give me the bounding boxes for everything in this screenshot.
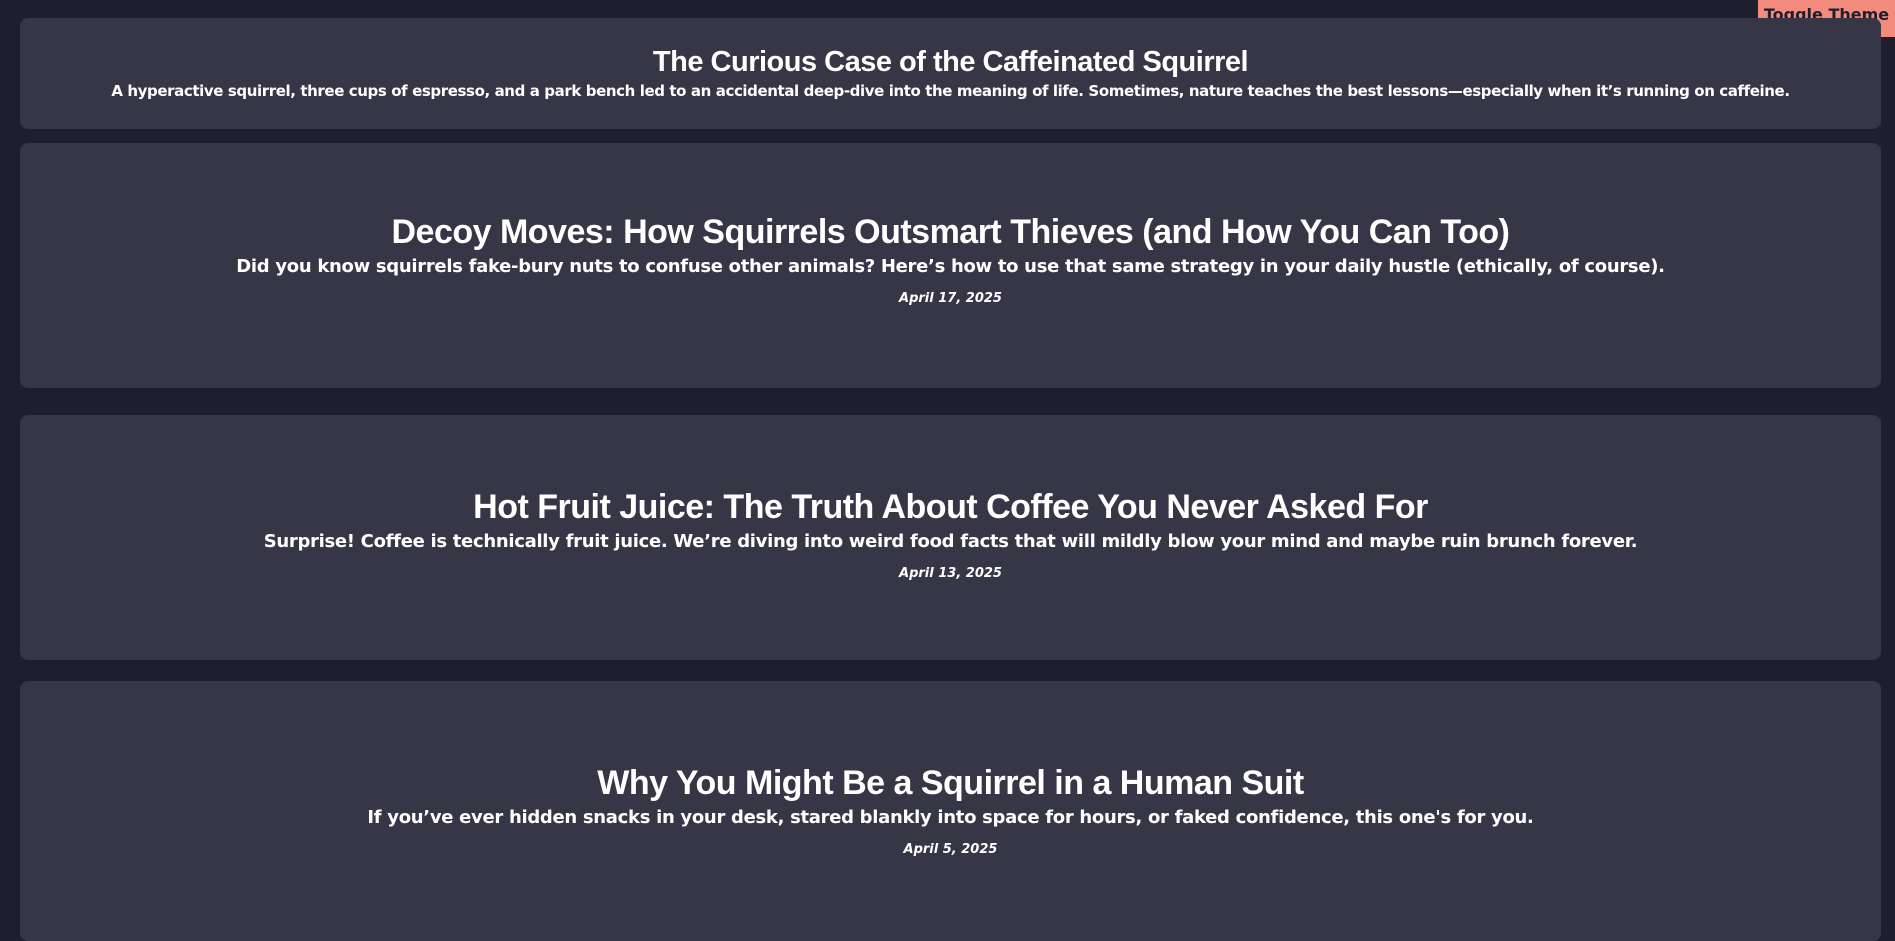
post-card[interactable]: Why You Might Be a Squirrel in a Human S… [20,681,1881,941]
post-summary: Did you know squirrels fake-bury nuts to… [236,256,1665,277]
post-title[interactable]: Decoy Moves: How Squirrels Outsmart Thie… [20,210,1881,254]
post-title[interactable]: Hot Fruit Juice: The Truth About Coffee … [20,485,1881,529]
post-date: April 17, 2025 [899,291,1002,306]
post-date: April 13, 2025 [899,566,1002,581]
post-summary: Surprise! Coffee is technically fruit ju… [263,531,1638,552]
post-title[interactable]: The Curious Case of the Caffeinated Squi… [20,44,1881,80]
post-title[interactable]: Why You Might Be a Squirrel in a Human S… [20,761,1881,805]
post-date: April 5, 2025 [903,842,998,857]
post-summary: If you’ve ever hidden snacks in your des… [367,807,1534,828]
post-card[interactable]: Decoy Moves: How Squirrels Outsmart Thie… [20,143,1881,388]
post-card[interactable]: Hot Fruit Juice: The Truth About Coffee … [20,415,1881,660]
post-summary: A hyperactive squirrel, three cups of es… [111,82,1790,100]
post-feed: The Curious Case of the Caffeinated Squi… [20,18,1881,941]
post-card[interactable]: The Curious Case of the Caffeinated Squi… [20,18,1881,129]
